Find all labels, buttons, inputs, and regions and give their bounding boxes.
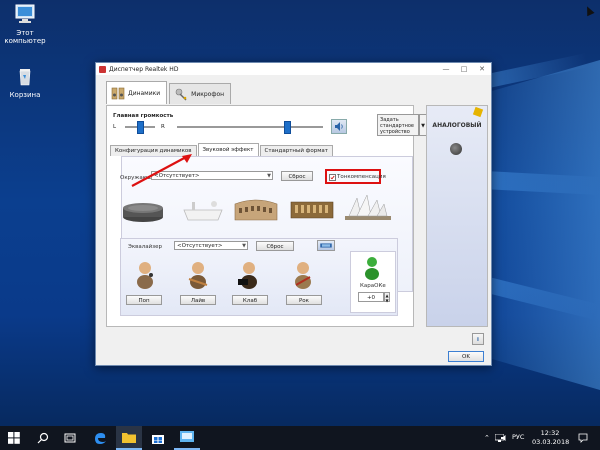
chevron-down-icon: ▼ — [242, 243, 246, 249]
opera-house-icon[interactable] — [343, 190, 393, 226]
desktop-icon-label: Корзина — [9, 91, 41, 99]
analog-panel: АНАЛОГОВЫЙ — [426, 105, 488, 327]
annotation-arrow-icon — [131, 154, 192, 187]
windows-start-icon[interactable] — [8, 432, 20, 444]
windows-logo-glow — [485, 60, 600, 390]
karaoke-singer-icon — [365, 257, 379, 280]
file-explorer-taskbar-button[interactable] — [116, 426, 142, 450]
desktop-icon-recycle-bin[interactable]: Корзина — [0, 66, 50, 99]
desktop-icon-computer[interactable]: Этот компьютер — [0, 4, 50, 45]
realtek-window: Диспетчер Realtek HD — □ ✕ Динамики Микр… — [95, 62, 492, 366]
set-default-device-button[interactable]: Задать стандартное устройство — [377, 114, 419, 136]
loudness-checkbox[interactable] — [329, 174, 336, 181]
eq-preset-rock[interactable]: Рок — [286, 295, 322, 305]
equalizer-selected: <Отсутствует> — [177, 243, 223, 249]
live-guitarist-icon — [188, 262, 208, 289]
karaoke-stepper[interactable]: ▲ ▼ — [384, 292, 390, 303]
realtek-taskbar-button[interactable] — [174, 426, 200, 450]
taskbar: ⌃ РУС 12:32 03.03.2018 — [0, 426, 600, 450]
computer-icon — [15, 4, 35, 23]
clock-time: 12:32 — [540, 429, 560, 437]
eq-preset-club[interactable]: Клаб — [232, 295, 268, 305]
info-icon: i — [477, 337, 479, 343]
language-indicator[interactable]: РУС — [512, 433, 524, 441]
equalizer-reset-button[interactable]: Сброс — [256, 241, 294, 251]
balance-left-label: L — [113, 124, 117, 130]
minimize-button[interactable]: — — [437, 63, 455, 75]
balance-slider-thumb[interactable] — [137, 121, 144, 134]
tab-label: Динамики — [128, 89, 161, 97]
task-view-icon[interactable] — [64, 432, 76, 444]
volume-tray-icon[interactable] — [501, 434, 509, 442]
speaker-volume-icon — [335, 122, 343, 131]
checkmark-icon — [330, 175, 335, 180]
close-button[interactable]: ✕ — [473, 63, 491, 75]
notifications-icon[interactable] — [578, 433, 588, 443]
environment-reset-button[interactable]: Сброс — [281, 171, 313, 181]
search-icon[interactable] — [37, 432, 49, 444]
eq-preset-live[interactable]: Лайв — [180, 295, 216, 305]
control-panel-icon — [180, 431, 194, 442]
graphic-equalizer-button[interactable] — [317, 240, 335, 251]
colosseum-icon[interactable] — [231, 190, 281, 226]
balance-right-label: R — [161, 124, 165, 130]
karaoke-value-field[interactable]: +0 — [358, 292, 384, 302]
tab-speakers[interactable]: Динамики — [106, 81, 168, 104]
window-title: Диспетчер Realtek HD — [109, 65, 179, 73]
stone-room-icon[interactable] — [118, 190, 168, 226]
store-icon[interactable] — [151, 431, 165, 445]
tab-microphone[interactable]: Микрофон — [169, 83, 232, 104]
volume-slider[interactable] — [177, 126, 323, 128]
arena-icon[interactable] — [287, 190, 337, 226]
karaoke-label: КараОКе — [360, 283, 386, 289]
equalizer-bars-icon — [320, 243, 332, 248]
pop-singer-icon — [137, 262, 153, 289]
maximize-button[interactable]: □ — [455, 63, 473, 75]
rock-guitarist-icon — [295, 262, 311, 289]
tray-clock[interactable]: 12:32 03.03.2018 — [532, 429, 570, 447]
tab-default-format[interactable]: Стандартный формат — [259, 145, 333, 156]
bathroom-icon[interactable] — [178, 190, 228, 226]
microphone-icon — [175, 88, 187, 101]
audio-jack-icon[interactable] — [450, 143, 462, 155]
speakers-icon — [111, 87, 125, 100]
title-bar[interactable]: Диспетчер Realtek HD — □ ✕ — [96, 63, 491, 75]
tab-sound-effect[interactable]: Звуковой эффект — [197, 143, 259, 156]
volume-slider-thumb[interactable] — [283, 121, 291, 134]
realtek-speaker-icon — [99, 65, 106, 73]
edge-browser-icon[interactable] — [93, 431, 107, 445]
equalizer-label: Эквалайзер — [128, 244, 163, 250]
info-button[interactable]: i — [472, 333, 484, 345]
recycle-bin-icon — [19, 69, 31, 86]
folder-icon — [122, 433, 136, 443]
tray-chevron-up-icon[interactable]: ⌃ — [484, 434, 490, 442]
tab-label: Микрофон — [191, 90, 225, 98]
analog-label: АНАЛОГОВЫЙ — [432, 122, 482, 129]
clock-date: 03.03.2018 — [532, 438, 570, 446]
loudness-label: Тонкомпенсация — [337, 174, 386, 180]
desktop-icon-label: Этот компьютер — [4, 29, 46, 45]
equalizer-dropdown[interactable]: <Отсутствует> ▼ — [174, 241, 248, 250]
eq-preset-pop[interactable]: Поп — [126, 295, 162, 305]
mute-button[interactable] — [331, 119, 347, 134]
chevron-down-icon: ▼ — [267, 173, 271, 179]
ok-button[interactable]: OK — [448, 351, 484, 362]
note-icon — [472, 106, 484, 118]
main-volume-label: Главная громкость — [113, 113, 174, 119]
club-pianist-icon — [238, 262, 257, 289]
